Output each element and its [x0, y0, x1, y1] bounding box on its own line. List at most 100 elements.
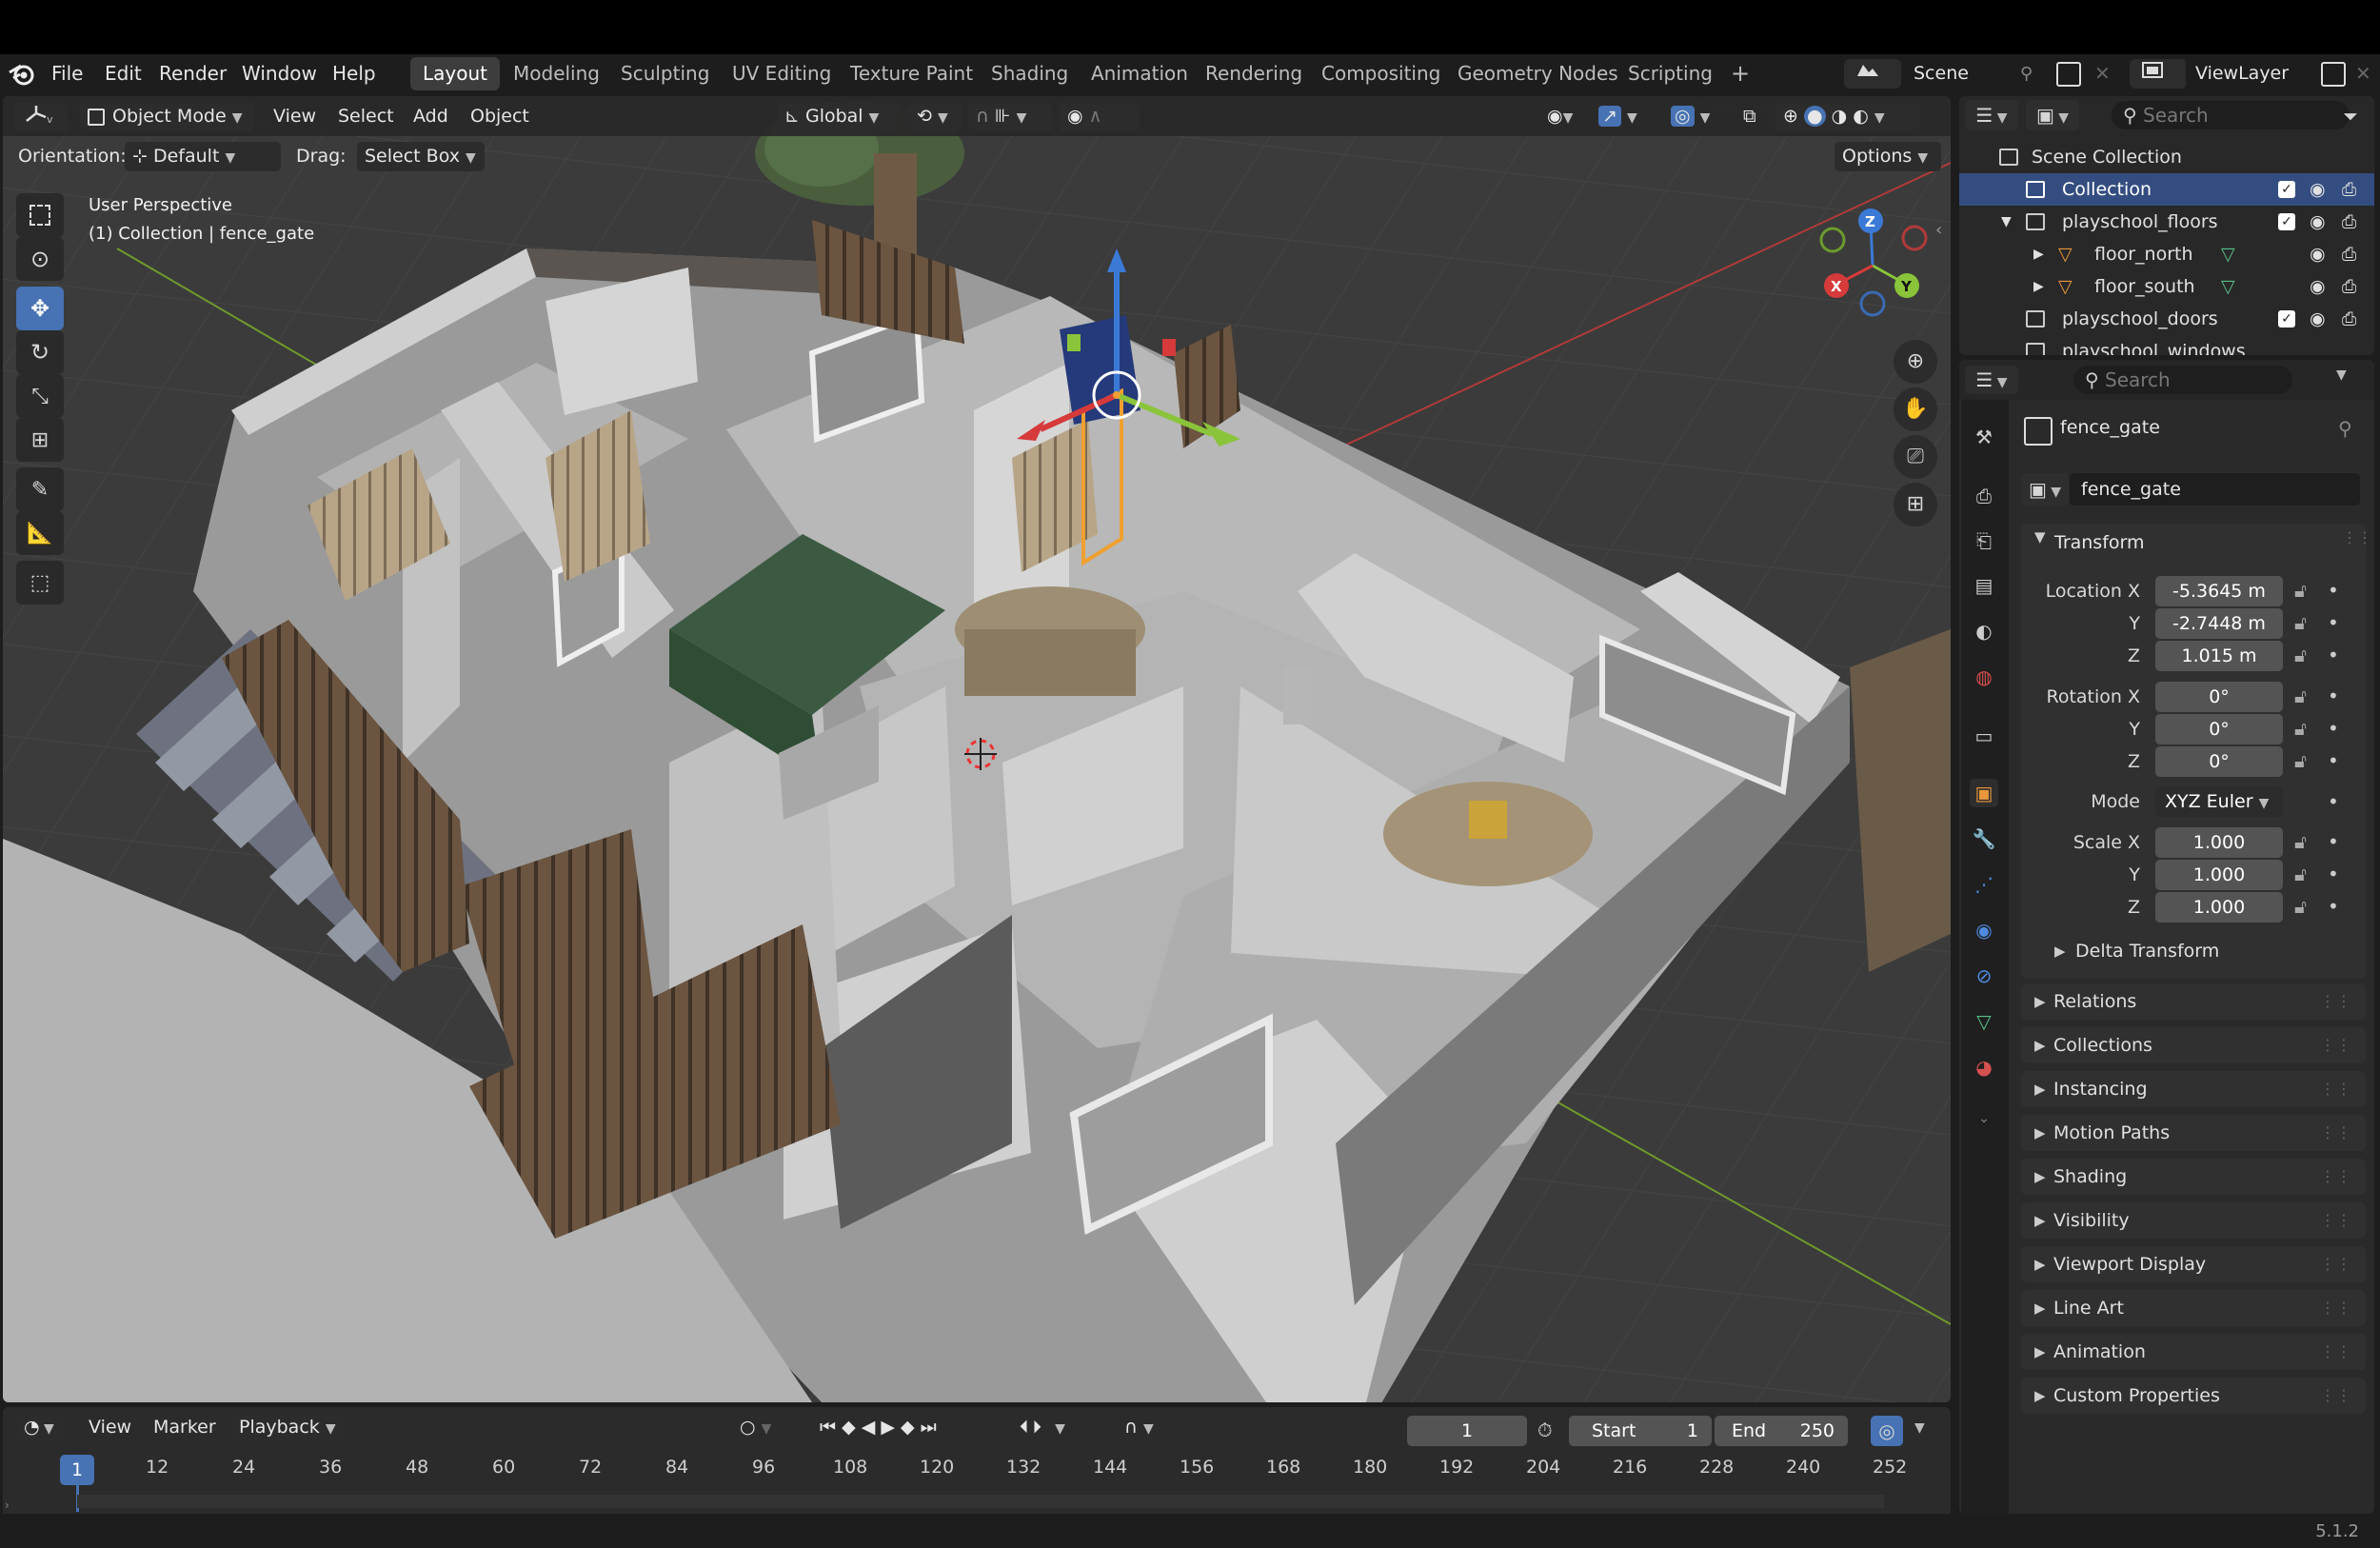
playhead[interactable]: 1	[60, 1455, 94, 1485]
eye-icon[interactable]: ◉	[2310, 303, 2326, 335]
next-keyframe-icon[interactable]: ◆	[901, 1417, 921, 1438]
motion-paths-panel[interactable]: ▶ Motion Paths ⋮⋮	[2021, 1115, 2366, 1151]
timeline-editor-type-button[interactable]: ◔ ▼	[16, 1413, 69, 1442]
viewlayer-name-field[interactable]: ViewLayer	[2186, 59, 2312, 89]
camera-view-icon[interactable]: ⎚	[1894, 435, 1937, 479]
eye-icon[interactable]: ◉	[2310, 238, 2326, 270]
menu-view[interactable]: View	[266, 102, 324, 131]
outliner-row-playschool-windows[interactable]: playschool_windows	[1959, 335, 2374, 355]
menu-add[interactable]: Add	[406, 102, 456, 131]
annotate-tool[interactable]: ✎	[16, 467, 64, 511]
add-cube-tool[interactable]: ⬚	[16, 561, 64, 605]
scale-x-field[interactable]: 1.000	[2155, 827, 2283, 858]
menu-edit[interactable]: Edit	[105, 62, 142, 85]
tab-uv-editing[interactable]: UV Editing	[720, 57, 843, 90]
rotation-x-field[interactable]: 0°	[2155, 682, 2283, 712]
gizmo-toggle[interactable]: ↗ ▼	[1591, 102, 1656, 131]
shading-panel[interactable]: ▶ Shading ⋮⋮	[2021, 1159, 2366, 1195]
keyframe-dot-icon[interactable]: •	[2328, 611, 2339, 634]
pan-hand-icon[interactable]: ✋	[1894, 387, 1937, 431]
transform-orientation-dropdown[interactable]: ⊾ Global ▼	[777, 102, 899, 131]
xray-toggle[interactable]: ⧉	[1735, 102, 1770, 131]
menu-file[interactable]: File	[51, 62, 83, 85]
scene-selector-button[interactable]	[1844, 59, 1901, 89]
transform-tool[interactable]: ⊞	[16, 418, 64, 462]
keyframe-dot-icon[interactable]: •	[2328, 644, 2339, 666]
physics-tab-icon[interactable]: ◉	[1970, 916, 1998, 944]
snapping-toggle[interactable]: ∩ ▼	[1117, 1413, 1161, 1442]
select-box-tool[interactable]	[16, 193, 64, 237]
chevron-down-icon[interactable]: ▼	[2336, 367, 2347, 383]
overlays-toggle[interactable]: ◎ ▼	[1663, 102, 1728, 131]
playback-controls[interactable]: ⏮◆◀▶◆⏭	[812, 1413, 950, 1442]
camera-icon[interactable]: ⎙	[2342, 173, 2356, 206]
jump-end-icon[interactable]: ⏭	[921, 1417, 942, 1438]
lock-icon[interactable]: 🔓︎	[2294, 611, 2307, 634]
lock-icon[interactable]: 🔓︎	[2294, 717, 2307, 740]
proportional-edit-toggle[interactable]: ◉ ∧	[1060, 102, 1140, 131]
chevron-down-icon[interactable]: ▼	[1914, 1420, 1925, 1436]
mesh-data-icon[interactable]: ▽	[2221, 270, 2235, 303]
zoom-icon[interactable]: ⊕	[1894, 340, 1937, 384]
render-tab-icon[interactable]: ⎙	[1970, 482, 1998, 510]
wireframe-shading-icon[interactable]: ⊕	[1783, 106, 1798, 127]
properties-search-input[interactable]: ⚲ Search	[2073, 366, 2292, 394]
keyframe-dot-icon[interactable]: •	[2328, 863, 2339, 885]
camera-icon[interactable]: ⎙	[2342, 206, 2356, 238]
end-frame-field[interactable]: End 250	[1715, 1416, 1848, 1446]
timeline-overlay-icon[interactable]: ◎	[1871, 1416, 1903, 1446]
camera-icon[interactable]: ⎙	[2342, 303, 2356, 335]
keyframe-dot-icon[interactable]: •	[2328, 579, 2339, 602]
lock-icon[interactable]: 🔓︎	[2294, 895, 2307, 918]
chevron-down-icon[interactable]: ▼	[2001, 206, 2012, 238]
tab-geometry-nodes[interactable]: Geometry Nodes	[1445, 57, 1631, 90]
pin-icon[interactable]: ⚲	[2338, 417, 2352, 440]
checkbox-icon[interactable]: ✓	[2278, 213, 2295, 230]
tab-modeling[interactable]: Modeling	[501, 57, 612, 90]
3d-viewport[interactable]: v Object Mode ▼ View Select Add Object ⊾…	[3, 96, 1951, 1402]
outliner-editor-type-button[interactable]: ☰ ▼	[1965, 100, 2018, 130]
keyframe-dot-icon[interactable]: •	[2328, 830, 2339, 853]
cursor-tool[interactable]: ⊙	[16, 237, 64, 281]
outliner-row-playschool-floors[interactable]: ▼ playschool_floors ✓ ◉ ⎙	[1959, 206, 2374, 238]
menu-help[interactable]: Help	[332, 62, 376, 85]
outliner-search-input[interactable]: ⚲ Search	[2112, 101, 2350, 129]
editor-type-button[interactable]: v	[14, 102, 68, 131]
menu-render[interactable]: Render	[159, 62, 227, 85]
play-icon[interactable]: ▶	[881, 1417, 901, 1438]
visibility-panel[interactable]: ▶ Visibility ⋮⋮	[2021, 1202, 2366, 1239]
properties-editor-type-button[interactable]: ☰ ▼	[1965, 366, 2018, 394]
timeline-menu-marker[interactable]: Marker	[146, 1413, 224, 1442]
rendered-shading-icon[interactable]: ◐	[1853, 106, 1869, 127]
custom-properties-panel[interactable]: ▶ Custom Properties ⋮⋮	[2021, 1378, 2366, 1414]
collection-tab-icon[interactable]: ▭	[1970, 722, 1998, 750]
menu-select[interactable]: Select	[330, 102, 402, 131]
add-workspace-icon[interactable]: +	[1718, 57, 1762, 90]
auto-keying-toggle[interactable]: ○ ▼	[732, 1413, 779, 1442]
more-tabs-chevron-icon[interactable]: ⌄	[1970, 1104, 1998, 1133]
scene-name-field[interactable]: Scene	[1904, 59, 2031, 89]
visibility-dropdown[interactable]: ◉▼	[1539, 102, 1587, 131]
lock-icon[interactable]: 🔓︎	[2294, 579, 2307, 602]
scene-tab-icon[interactable]: ◐	[1970, 617, 1998, 645]
scale-z-field[interactable]: 1.000	[2155, 892, 2283, 923]
sidebar-toggle-icon[interactable]: ‹	[1935, 220, 1942, 240]
rotate-tool[interactable]: ↻	[16, 330, 64, 374]
lock-icon[interactable]: 🔓︎	[2294, 644, 2307, 666]
relations-panel[interactable]: ▶ Relations ⋮⋮	[2021, 983, 2366, 1020]
tab-layout[interactable]: Layout	[410, 57, 500, 90]
lock-icon[interactable]: 🔓︎	[2294, 749, 2307, 772]
object-tab-icon[interactable]: ▣	[1970, 779, 1998, 807]
rotation-mode-dropdown[interactable]: XYZ Euler ▼	[2155, 786, 2283, 817]
lock-icon[interactable]: 🔓︎	[2294, 685, 2307, 707]
outliner-row-floor-south[interactable]: ▶ ▽ floor_south ▽ ◉ ⎙	[1959, 270, 2374, 303]
outliner-row-playschool-doors[interactable]: playschool_doors ✓ ◉ ⎙	[1959, 303, 2374, 335]
outliner-row-collection[interactable]: Collection ✓ ◉ ⎙	[1959, 173, 2374, 206]
rotation-y-field[interactable]: 0°	[2155, 714, 2283, 744]
chevron-down-icon[interactable]: ▼	[2034, 528, 2046, 546]
new-scene-icon[interactable]	[2056, 62, 2081, 87]
tab-shading[interactable]: Shading	[979, 57, 1081, 90]
line-art-panel[interactable]: ▶ Line Art ⋮⋮	[2021, 1290, 2366, 1326]
snap-toggle[interactable]: ∩ ⊪ ▼	[968, 102, 1052, 131]
filter-icon[interactable]: ⏷	[2332, 102, 2369, 130]
